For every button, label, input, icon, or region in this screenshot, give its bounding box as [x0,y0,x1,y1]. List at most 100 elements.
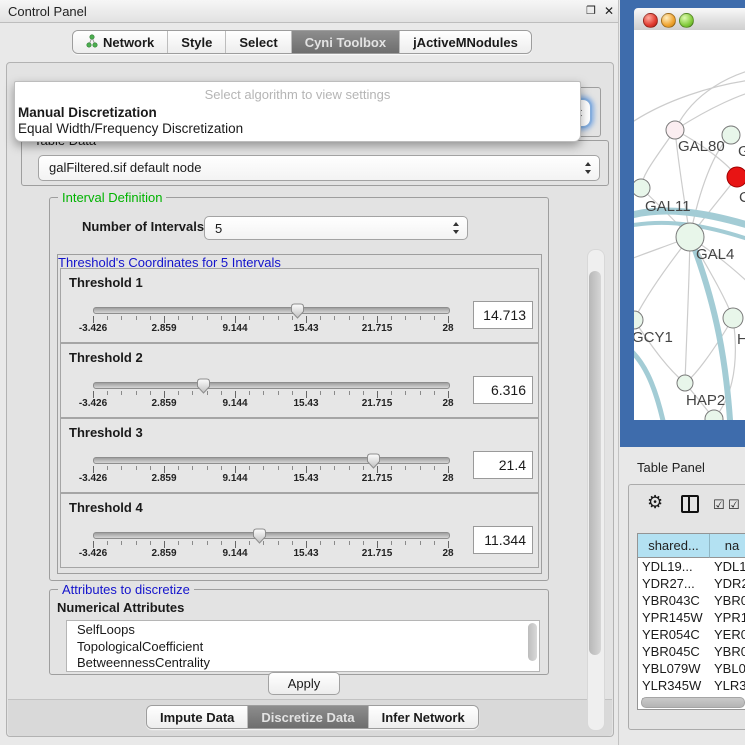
axis-tick-label: -3.426 [79,398,107,409]
tab-discretize-data[interactable]: Discretize Data [248,706,368,728]
minimize-traffic-light-icon[interactable] [661,13,676,28]
threshold-value-field[interactable]: 6.316 [473,376,533,404]
tab-jactivemnodules[interactable]: jActiveMNodules [400,31,531,53]
attribute-list-item[interactable]: SelfLoops [67,621,539,638]
threshold-slider-thumb[interactable] [366,453,381,469]
axis-tick [178,541,179,545]
axis-tick [278,391,279,395]
axis-tick [278,316,279,320]
number-of-intervals-combobox[interactable]: 5 [204,216,468,240]
axis-tick-label: 15.43 [293,323,318,334]
axis-tick [121,466,122,470]
axis-tick-label: 2.859 [151,548,176,559]
tab-network[interactable]: Network [73,31,168,53]
checkbox-icon[interactable]: ☑ [713,497,725,513]
axis-tick-label: 21.715 [362,548,393,559]
table-data-value: galFiltered.sif default node [49,160,201,175]
axis-tick [150,466,151,470]
axis-tick [121,316,122,320]
interval-definition-label: Interval Definition [58,190,166,205]
threshold-slider-thumb[interactable] [196,378,211,394]
network-node-gal11[interactable] [634,179,650,197]
threshold-title: Threshold 2 [69,350,143,365]
attribute-list-scrollbar[interactable] [528,623,537,661]
axis-tick [249,541,250,545]
axis-tick [405,391,406,395]
threshold-value-field[interactable]: 21.4 [473,451,533,479]
float-window-icon[interactable]: ❐ [583,3,599,19]
apply-button[interactable]: Apply [268,672,340,695]
table-data-group: Table Data galFiltered.sif default node [21,140,609,186]
column-header-2[interactable]: na [710,534,745,558]
close-icon[interactable]: ✕ [601,3,617,19]
checkbox-icon[interactable]: ☑ [728,497,740,513]
combo-arrows-icon [453,222,460,234]
axis-tick-label: 2.859 [151,398,176,409]
threshold-value-field[interactable]: 14.713 [473,301,533,329]
tab-select[interactable]: Select [226,31,291,53]
threshold-slider-thumb[interactable] [252,528,267,544]
axis-tick [377,541,378,548]
split-columns-icon[interactable] [681,495,699,513]
axis-tick [391,391,392,395]
table-row[interactable]: YDL19...YDL1 [638,558,745,575]
axis-tick [434,391,435,395]
axis-tick [420,541,421,545]
control-panel-window: Control Panel ❐ ✕ NetworkStyleSelectCyni… [0,0,619,745]
table-row[interactable]: YBR045CYBR0 [638,643,745,660]
table-horizontal-scrollbar[interactable] [641,697,745,708]
table-row[interactable]: YBR043CYBR0 [638,592,745,609]
network-node-gcy1[interactable] [634,311,643,329]
attribute-list-item[interactable]: TopologicalCoefficient [67,638,539,655]
combo-arrows-icon [585,162,592,174]
axis-tick-label: 28 [442,473,453,484]
number-of-intervals-value: 5 [215,221,222,236]
popup-menu-item[interactable]: Equal Width/Frequency Discretization [18,121,574,137]
threshold-slider-track[interactable] [93,457,450,464]
tab-infer-network[interactable]: Infer Network [369,706,478,728]
table-row[interactable]: YPR145WYPR1 [638,609,745,626]
cell-name: YLR3 [714,677,745,694]
node-attribute-table: YDL19...YDL1YDR27...YDR2YBR043CYBR0YPR14… [637,533,745,710]
threshold-slider-track[interactable] [93,307,450,314]
popup-menu-item[interactable]: Manual Discretization [18,105,574,121]
network-window-titlebar[interactable] [634,8,745,31]
threshold-title: Threshold 1 [69,275,143,290]
network-node-c[interactable] [727,167,745,187]
attribute-list-item[interactable]: BetweennessCentrality [67,654,539,671]
axis-tick [136,541,137,545]
axis-tick [207,466,208,470]
tab-cyni-toolbox[interactable]: Cyni Toolbox [292,31,400,53]
network-node-h[interactable] [723,308,743,328]
threshold-value-field[interactable]: 11.344 [473,526,533,554]
threshold-slider-thumb[interactable] [290,303,305,319]
threshold-slider-track[interactable] [93,532,450,539]
zoom-traffic-light-icon[interactable] [679,13,694,28]
table-row[interactable]: YER054CYER0 [638,626,745,643]
network-canvas[interactable]: GAL80GCGAL11GAL4GCY1HHAP2 [634,30,745,420]
axis-tick [363,316,364,320]
table-row[interactable]: YLR345WYLR3 [638,677,745,694]
tab-style[interactable]: Style [168,31,226,53]
panel-scrollbar-thumb[interactable] [589,271,601,655]
gear-icon[interactable]: ⚙ [647,493,663,511]
axis-tick [249,391,250,395]
axis-tick [349,391,350,395]
axis-tick [306,466,307,473]
tab-impute-data[interactable]: Impute Data [147,706,248,728]
axis-tick [420,316,421,320]
table-row[interactable]: YDR27...YDR2 [638,575,745,592]
table-data-combobox[interactable]: galFiltered.sif default node [38,155,600,181]
network-node-hap2[interactable] [677,375,693,391]
axis-tick [192,316,193,320]
threshold-slider-track[interactable] [93,382,450,389]
cell-shared-name: YDR27... [642,575,708,592]
close-traffic-light-icon[interactable] [643,13,658,28]
network-node-gal80[interactable] [666,121,684,139]
axis-tick [150,391,151,395]
column-header-1[interactable]: shared... [638,534,710,558]
node-label: G [738,143,745,160]
node-label: GAL80 [678,138,725,155]
table-row[interactable]: YBL079WYBL0 [638,660,745,677]
axis-tick-label: 21.715 [362,323,393,334]
